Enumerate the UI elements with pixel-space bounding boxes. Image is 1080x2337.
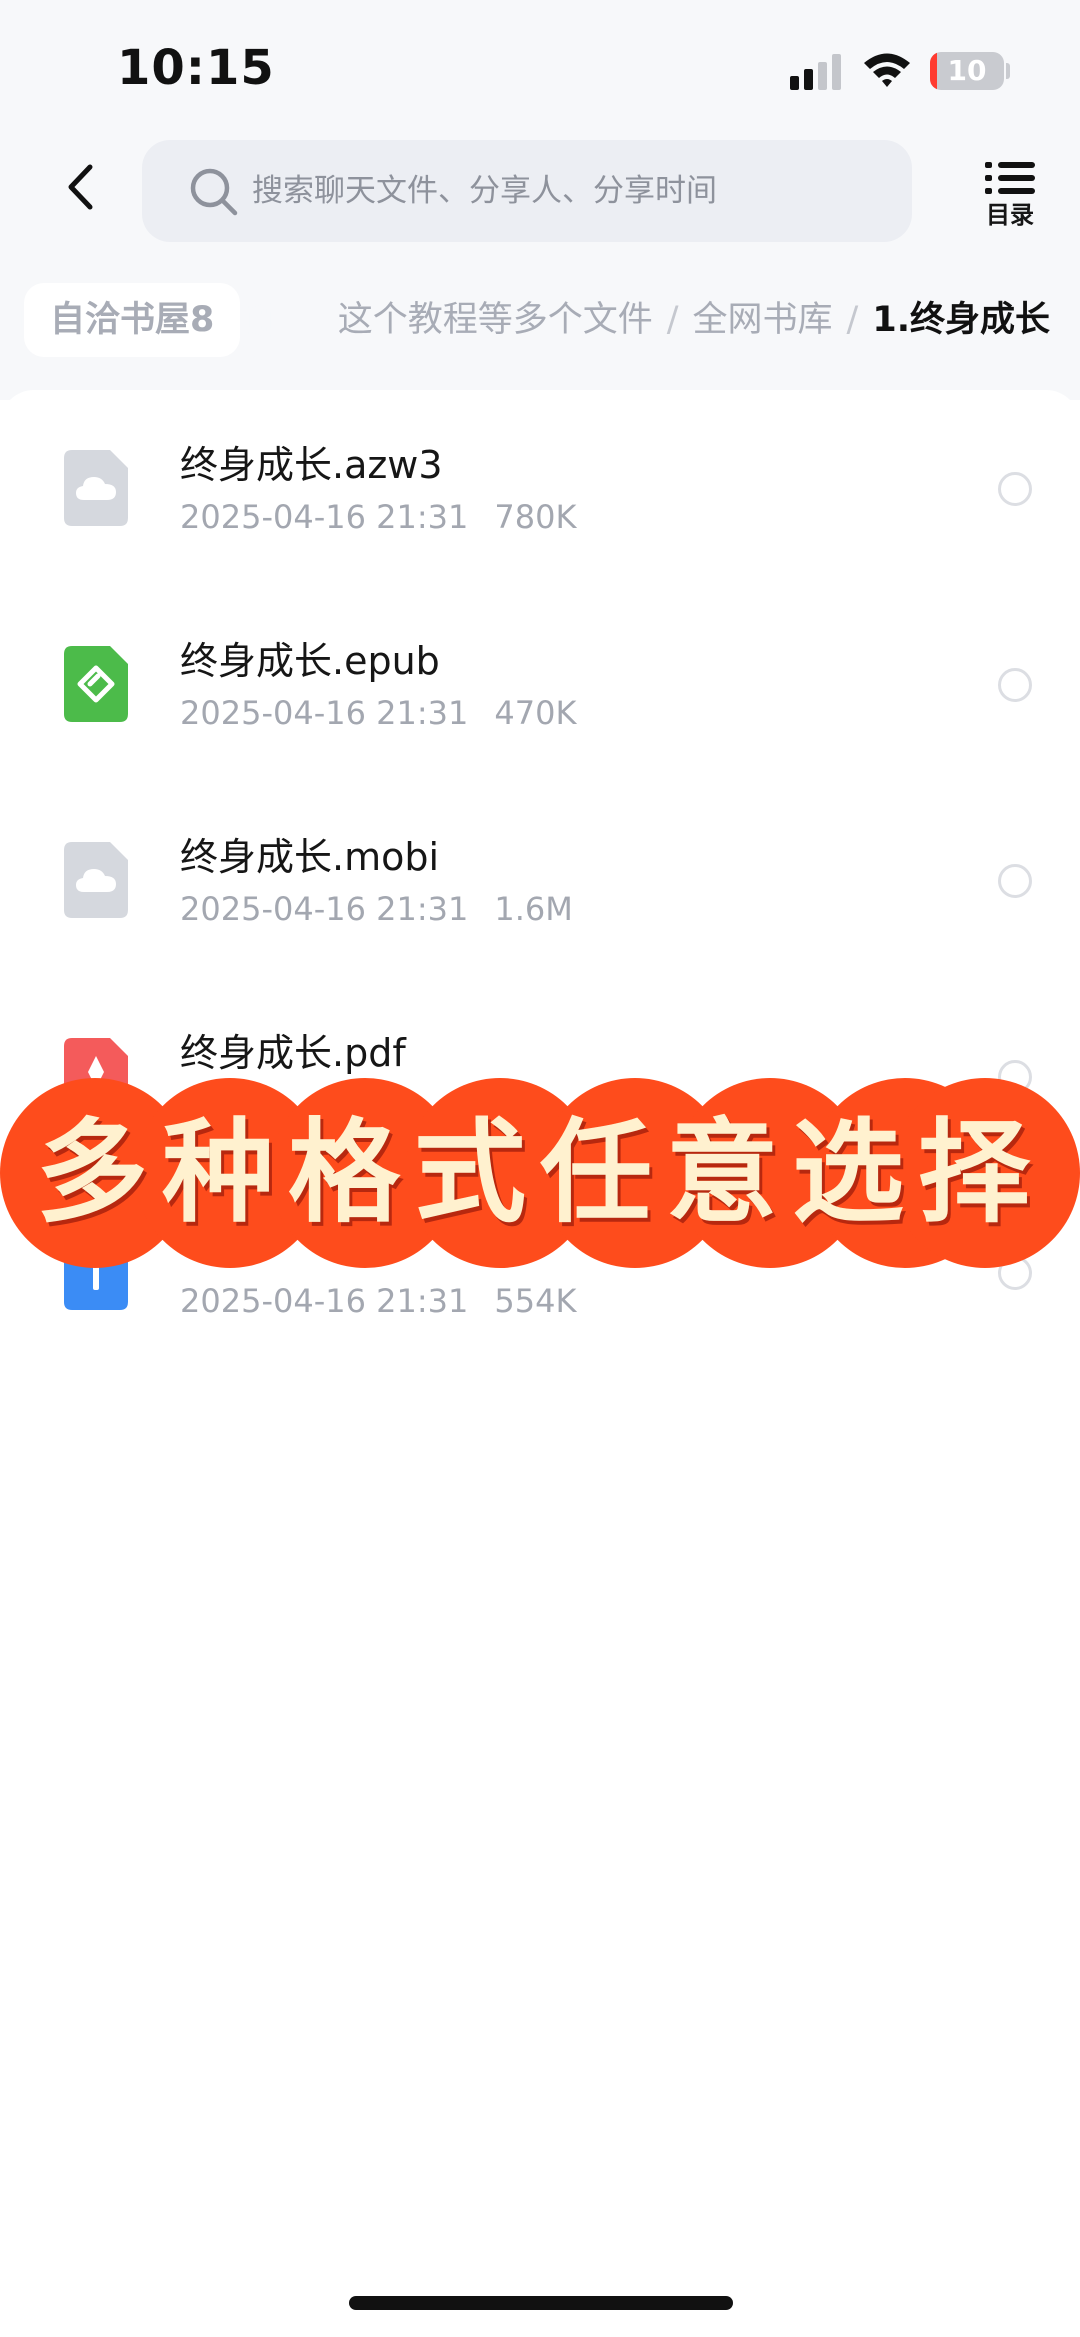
cloud-file-icon: [64, 842, 128, 918]
search-input[interactable]: 搜索聊天文件、分享人、分享时间: [142, 140, 912, 242]
search-placeholder: 搜索聊天文件、分享人、分享时间: [252, 173, 717, 209]
toc-button[interactable]: 目录: [972, 160, 1048, 230]
status-time: 10:15: [117, 40, 275, 96]
home-indicator[interactable]: [349, 2296, 733, 2310]
file-row[interactable]: 终身成长.epub 2025-04-16 21:31 470K: [0, 586, 1080, 782]
wifi-icon: [864, 53, 910, 87]
breadcrumb: 这个教程等多个文件 / 全网书库 / 1.终身成长 自洽书屋8: [0, 280, 1080, 360]
file-name: 终身成长.pdf: [180, 1031, 406, 1075]
breadcrumb-item[interactable]: 全网书库: [693, 300, 833, 340]
battery-nub: [1006, 63, 1010, 79]
file-meta: 2025-04-16 21:31 554K: [180, 1282, 576, 1320]
file-name: 终身成长.azw3: [180, 443, 443, 487]
list-icon: [985, 162, 1035, 194]
breadcrumb-root[interactable]: 自洽书屋8: [24, 283, 241, 357]
battery-level: 10: [947, 54, 987, 87]
file-meta: 2025-04-16 21:31 780K: [180, 498, 576, 536]
banner-text: 多种格式任意选择: [36, 1107, 1044, 1238]
battery-icon: 10: [930, 52, 1004, 90]
select-radio[interactable]: [998, 472, 1032, 506]
select-radio[interactable]: [998, 864, 1032, 898]
select-radio[interactable]: [998, 668, 1032, 702]
toc-label: 目录: [986, 201, 1034, 229]
breadcrumb-separator: /: [846, 300, 859, 340]
file-size: 470K: [494, 694, 577, 732]
file-row[interactable]: 终身成长.azw3 2025-04-16 21:31 780K: [0, 390, 1080, 586]
search-icon: [190, 168, 238, 216]
file-size: 1.6M: [494, 890, 573, 928]
file-date: 2025-04-16 21:31: [180, 498, 469, 536]
file-meta: 2025-04-16 21:31 1.6M: [180, 890, 573, 928]
file-size: 780K: [494, 498, 577, 536]
cellular-signal-icon: [790, 54, 841, 90]
file-name: 终身成长.epub: [180, 639, 440, 683]
epub-file-icon: [64, 646, 128, 722]
file-date: 2025-04-16 21:31: [180, 890, 469, 928]
breadcrumb-separator: /: [666, 300, 679, 340]
file-name: 终身成长.mobi: [180, 835, 440, 879]
file-date: 2025-04-16 21:31: [180, 694, 469, 732]
chevron-left-icon: [68, 164, 93, 210]
file-date: 2025-04-16 21:31: [180, 1282, 469, 1320]
file-row[interactable]: 终身成长.mobi 2025-04-16 21:31 1.6M: [0, 782, 1080, 978]
promo-banner: 多种格式任意选择: [0, 1078, 1080, 1268]
breadcrumb-trail: 这个教程等多个文件 / 全网书库 / 1.终身成长: [338, 280, 1050, 360]
file-list: 终身成长.azw3 2025-04-16 21:31 780K 终身成长.epub…: [0, 390, 1080, 2337]
file-size: 554K: [494, 1282, 577, 1320]
breadcrumb-item[interactable]: 这个教程等多个文件: [338, 300, 653, 340]
file-meta: 2025-04-16 21:31 470K: [180, 694, 576, 732]
cloud-file-icon: [64, 450, 128, 526]
back-button[interactable]: [50, 150, 110, 224]
breadcrumb-current: 1.终身成长: [872, 300, 1050, 340]
